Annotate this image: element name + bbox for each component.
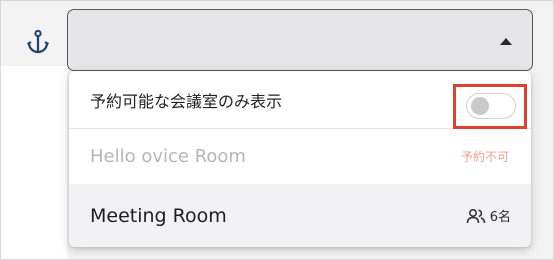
available-only-label: 予約可能な会議室のみ表示 (90, 91, 283, 111)
room-select[interactable] (67, 9, 533, 71)
anchor-icon (27, 29, 49, 54)
room-option-hello-ovice: Hello ovice Room 予約不可 (69, 129, 531, 184)
room-option-meeting-room[interactable]: Meeting Room 6名 (69, 184, 531, 247)
caret-up-icon[interactable] (500, 38, 512, 45)
unavailable-badge: 予約不可 (460, 150, 509, 164)
room-option-name: Hello ovice Room (90, 146, 246, 167)
people-icon (466, 208, 485, 223)
room-dropdown-menu: 予約可能な会議室のみ表示 Hello ovice Room 予約不可 Meeti… (69, 71, 531, 247)
available-only-filter-row: 予約可能な会議室のみ表示 (69, 71, 531, 129)
room-capacity: 6名 (466, 206, 511, 225)
available-only-toggle[interactable] (466, 93, 516, 119)
room-capacity-value: 6名 (489, 210, 511, 225)
toggle-knob[interactable] (471, 97, 489, 115)
room-option-name: Meeting Room (90, 204, 227, 227)
left-panel (1, 66, 67, 259)
